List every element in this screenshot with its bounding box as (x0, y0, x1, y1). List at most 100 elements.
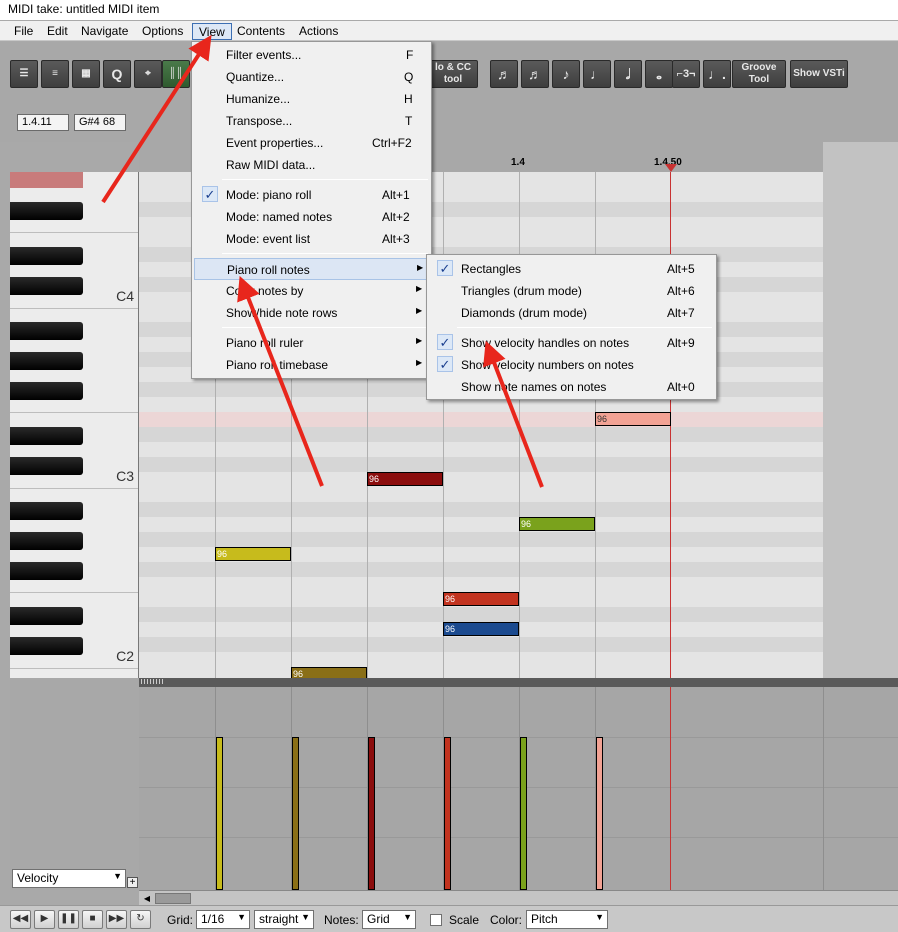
black-key[interactable] (10, 277, 83, 295)
lane-splitter[interactable] (139, 678, 898, 687)
black-key[interactable] (10, 457, 83, 475)
splitter-grip-icon[interactable] (141, 679, 163, 684)
note-quarter-icon[interactable]: ♩ (583, 60, 611, 88)
menu-item-transpose[interactable]: Transpose... T (194, 110, 429, 132)
submenu-arrow-icon: ▶ (416, 306, 423, 315)
groove-tool-button[interactable]: Groove Tool (732, 60, 786, 88)
menu-view[interactable]: View (192, 23, 232, 40)
notes-select[interactable]: Grid ▼ (362, 910, 416, 929)
horizontal-scrollbar[interactable]: ◀ (139, 890, 898, 905)
swing-select[interactable]: straight ▼ (254, 910, 314, 929)
triplet-icon[interactable]: ⌐3¬ (672, 60, 700, 88)
submenu-item-velocity-handles[interactable]: ✓ Show velocity handles on notes Alt+9 (429, 332, 714, 354)
velocity-bar[interactable] (520, 737, 527, 890)
quantize-icon[interactable]: Q (103, 60, 131, 88)
piano-keyboard[interactable]: C4 C3 C2 (10, 172, 139, 678)
key-divider (10, 592, 138, 593)
menu-item-piano-roll-timebase[interactable]: Piano roll timebase ▶ (194, 354, 429, 376)
midi-note[interactable]: 96 (443, 622, 519, 636)
submenu-item-triangles[interactable]: Triangles (drum mode) Alt+6 (429, 280, 714, 302)
black-key[interactable] (10, 322, 83, 340)
note-32nd-icon[interactable]: ♬ (521, 60, 549, 88)
stop-icon[interactable]: ■ (82, 910, 103, 929)
scroll-left-icon[interactable]: ◀ (141, 893, 153, 904)
black-key[interactable] (10, 202, 83, 220)
menu-navigate[interactable]: Navigate (75, 23, 134, 40)
note-64th-icon[interactable]: ♬ (490, 60, 518, 88)
menu-item-color-notes-by[interactable]: Color notes by ▶ (194, 280, 429, 302)
menu-item-mode-piano-roll[interactable]: ✓ Mode: piano roll Alt+1 (194, 184, 429, 206)
submenu-item-diamonds[interactable]: Diamonds (drum mode) Alt+7 (429, 302, 714, 324)
notes-value: Grid (367, 912, 390, 926)
menu-item-event-properties[interactable]: Event properties... Ctrl+F2 (194, 132, 429, 154)
list-view-icon[interactable]: ☰ (10, 60, 38, 88)
velocity-bar[interactable] (596, 737, 603, 890)
menu-options[interactable]: Options (136, 23, 189, 40)
cc-lane-select[interactable]: Velocity ▼ (12, 869, 126, 888)
grid-select[interactable]: 1/16 ▼ (196, 910, 250, 929)
midi-note[interactable]: 96 (215, 547, 291, 561)
color-label: Color: (490, 913, 523, 927)
grid-view-icon[interactable]: ▦ (72, 60, 100, 88)
black-key[interactable] (10, 532, 83, 550)
note-whole-icon[interactable]: 𝅝 (645, 60, 673, 88)
menu-item-filter-events[interactable]: Filter events... F (194, 44, 429, 66)
submenu-arrow-icon: ▶ (416, 284, 423, 293)
pause-icon[interactable]: ❚❚ (58, 910, 79, 929)
velocity-bar[interactable] (444, 737, 451, 890)
cc-tool-button[interactable]: lo & CC tool (428, 60, 478, 88)
show-vsti-button[interactable]: Show VSTi (790, 60, 848, 88)
submenu-item-velocity-numbers[interactable]: ✓ Show velocity numbers on notes (429, 354, 714, 376)
menu-item-mode-event-list[interactable]: Mode: event list Alt+3 (194, 228, 429, 250)
nodes-icon[interactable]: ⌖ (134, 60, 162, 88)
scale-checkbox[interactable] (430, 914, 442, 926)
menu-item-show-hide-note-rows[interactable]: Show/hide note rows ▶ (194, 302, 429, 324)
note-velocity-label: 96 (369, 474, 380, 484)
rewind-icon[interactable]: ◀◀ (10, 910, 31, 929)
black-key[interactable] (10, 352, 83, 370)
playhead-marker-icon[interactable] (665, 164, 677, 172)
midi-note[interactable]: 96 (443, 592, 519, 606)
note-half-icon[interactable]: 𝅗𝅥 (614, 60, 642, 88)
black-key[interactable] (10, 637, 83, 655)
dotted-note-icon[interactable]: ♩. (703, 60, 731, 88)
note-velocity-label: 96 (217, 549, 228, 559)
menu-edit[interactable]: Edit (41, 23, 74, 40)
midi-note[interactable]: 96 (367, 472, 443, 486)
menu-item-humanize[interactable]: Humanize... H (194, 88, 429, 110)
menu-item-mode-named-notes[interactable]: Mode: named notes Alt+2 (194, 206, 429, 228)
menu-item-raw-midi-data[interactable]: Raw MIDI data... (194, 154, 429, 176)
velocity-bar[interactable] (216, 737, 223, 890)
velocity-bar[interactable] (292, 737, 299, 890)
checkmark-icon: ✓ (202, 186, 218, 202)
play-icon[interactable]: ▶ (34, 910, 55, 929)
menu-item-quantize[interactable]: Quantize... Q (194, 66, 429, 88)
midi-note[interactable]: 96 (291, 667, 367, 678)
note-16th-icon[interactable]: ♪ (552, 60, 580, 88)
velocity-bar[interactable] (368, 737, 375, 890)
black-key[interactable] (10, 607, 83, 625)
midi-note[interactable]: 96 (519, 517, 595, 531)
black-key[interactable] (10, 427, 83, 445)
color-select[interactable]: Pitch ▼ (526, 910, 608, 929)
forward-icon[interactable]: ▶▶ (106, 910, 127, 929)
menu-actions[interactable]: Actions (293, 23, 344, 40)
scroll-thumb[interactable] (155, 893, 191, 904)
submenu-item-note-names[interactable]: Show note names on notes Alt+0 (429, 376, 714, 398)
menu-item-piano-roll-notes[interactable]: Piano roll notes ▶ (194, 258, 429, 280)
add-lane-icon[interactable]: + (127, 877, 138, 888)
submenu-item-rectangles[interactable]: ✓ Rectangles Alt+5 (429, 258, 714, 280)
loop-icon[interactable]: ↻ (130, 910, 151, 929)
piano-roll-mode-icon[interactable]: ║║ (162, 60, 190, 88)
highlighted-key[interactable] (10, 172, 83, 188)
black-key[interactable] (10, 247, 83, 265)
black-key[interactable] (10, 502, 83, 520)
menu-item-piano-roll-ruler[interactable]: Piano roll ruler ▶ (194, 332, 429, 354)
lines-view-icon[interactable]: ≡ (41, 60, 69, 88)
black-key[interactable] (10, 382, 83, 400)
menu-contents[interactable]: Contents (231, 23, 291, 40)
black-key[interactable] (10, 562, 83, 580)
menu-file[interactable]: File (8, 23, 39, 40)
midi-note[interactable]: 96 (595, 412, 671, 426)
cc-lane[interactable] (139, 687, 898, 890)
